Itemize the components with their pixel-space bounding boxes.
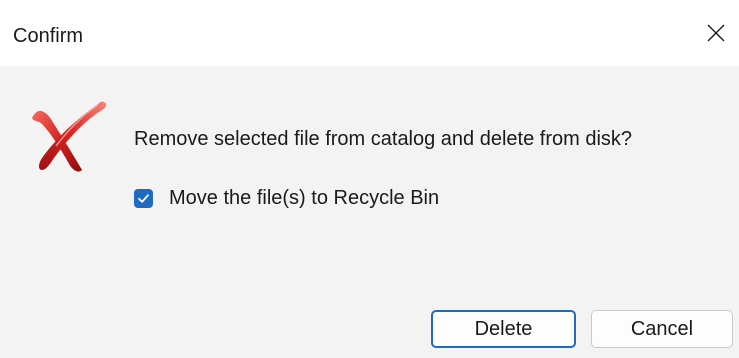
confirm-dialog: Confirm Remove selected file from catalo… <box>0 0 739 358</box>
recycle-bin-option[interactable]: Move the file(s) to Recycle Bin <box>134 186 439 210</box>
recycle-bin-checkbox[interactable] <box>134 188 153 208</box>
window-title: Confirm <box>13 25 84 47</box>
close-button[interactable] <box>693 10 739 56</box>
recycle-bin-label: Move the file(s) to Recycle Bin <box>169 187 440 209</box>
confirmation-message: Remove selected file from catalog and de… <box>134 128 633 150</box>
title-bar: Confirm <box>0 0 739 66</box>
delete-button[interactable]: Delete <box>431 310 576 348</box>
close-icon <box>707 24 725 42</box>
checkmark-icon <box>138 193 149 203</box>
error-x-icon <box>32 101 107 172</box>
cancel-button[interactable]: Cancel <box>591 310 733 348</box>
